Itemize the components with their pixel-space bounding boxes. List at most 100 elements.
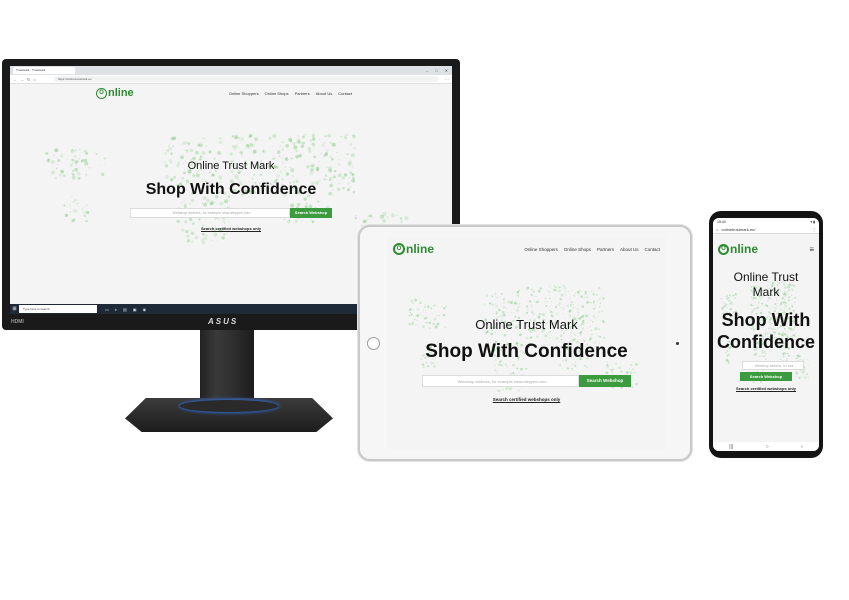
- search-webshop-button[interactable]: Search Webshop: [579, 375, 631, 387]
- map-dot: [168, 144, 171, 146]
- menu-online-shoppers[interactable]: Online Shoppers: [524, 247, 558, 252]
- taskbar-search-box[interactable]: Type here to search: [19, 305, 97, 313]
- certified-webshops-link[interactable]: Search certified webshops only: [713, 386, 819, 391]
- phone-address-bar[interactable]: onlinetrustmark.eu/: [721, 227, 812, 232]
- edge-icon[interactable]: e: [115, 307, 117, 312]
- address-bar[interactable]: https://onlinetrustmark.eu: [53, 76, 439, 82]
- menu-online-shops[interactable]: Online Shops: [265, 91, 289, 96]
- menu-contact[interactable]: Contact: [338, 91, 352, 96]
- hero-subtitle-line2: Mark: [752, 285, 780, 299]
- map-dot: [275, 157, 277, 159]
- map-dot: [296, 140, 300, 144]
- map-dot: [298, 140, 302, 144]
- map-dot: [560, 307, 562, 309]
- map-dot: [288, 137, 293, 142]
- map-dot: [539, 287, 542, 290]
- certified-webshops-link[interactable]: Search certified webshops only: [387, 397, 666, 402]
- map-dot: [410, 299, 413, 302]
- site-logo[interactable]: O nline: [718, 242, 758, 256]
- home-circle-icon[interactable]: ○: [766, 444, 769, 450]
- menu-online-shops[interactable]: Online Shops: [564, 247, 591, 252]
- map-dot: [491, 303, 495, 306]
- map-dot: [78, 148, 81, 151]
- map-dot: [205, 153, 207, 155]
- firefox-icon[interactable]: ◉: [143, 307, 147, 312]
- map-dot: [45, 151, 49, 155]
- map-dot: [503, 298, 506, 301]
- home-icon[interactable]: ⌂: [33, 77, 35, 82]
- site-logo[interactable]: O nline: [96, 87, 134, 99]
- menu-about-us[interactable]: About Us: [316, 91, 332, 96]
- menu-about-us[interactable]: About Us: [620, 247, 639, 252]
- map-dot: [519, 303, 521, 305]
- map-dot: [531, 304, 532, 305]
- map-dot: [312, 133, 315, 137]
- map-dot: [223, 233, 226, 236]
- map-dot: [547, 288, 548, 290]
- webshop-search-input[interactable]: Webshop address, for example www.ateppen…: [130, 208, 290, 218]
- maximize-icon[interactable]: □: [435, 68, 437, 73]
- website-tablet: O nline Online Shoppers Online Shops Par…: [387, 237, 666, 449]
- smartphone-device: 15:44 ▾ ▮ ⌂ onlinetrustmark.eu/ ⋮ O nlin…: [709, 211, 823, 458]
- tablet-home-button[interactable]: [367, 337, 380, 350]
- map-dot: [411, 301, 414, 305]
- hamburger-menu-icon[interactable]: ≡: [809, 245, 814, 254]
- map-dot: [216, 239, 218, 241]
- map-dot: [422, 314, 424, 316]
- menu-partners[interactable]: Partners: [295, 91, 310, 96]
- back-icon[interactable]: ←: [13, 77, 17, 82]
- map-dot: [313, 155, 316, 159]
- map-dot: [504, 310, 506, 312]
- site-logo[interactable]: O nline: [393, 242, 434, 256]
- browser-menu-icon[interactable]: ⋯: [445, 77, 449, 82]
- reload-icon[interactable]: ↻: [27, 77, 30, 82]
- search-webshop-button[interactable]: Search Webshop: [740, 372, 792, 381]
- folder-icon[interactable]: ▤: [123, 307, 127, 312]
- map-dot: [578, 289, 581, 292]
- forward-icon[interactable]: →: [20, 77, 24, 82]
- map-dot: [567, 290, 570, 292]
- home-icon[interactable]: ⌂: [716, 227, 718, 232]
- map-dot: [279, 145, 282, 148]
- search-webshop-button[interactable]: Search Webshop: [290, 208, 332, 218]
- webshop-search-input[interactable]: Webshop address, for example www.ateppen…: [422, 375, 579, 387]
- map-dot: [576, 308, 579, 311]
- map-dot: [292, 141, 296, 146]
- map-dot: [84, 149, 88, 153]
- map-dot: [485, 289, 487, 291]
- map-dot: [516, 296, 518, 298]
- map-dot: [199, 143, 203, 148]
- map-dot: [56, 157, 58, 159]
- browser-menu-icon[interactable]: ⋮: [812, 227, 816, 232]
- close-icon[interactable]: ✕: [445, 68, 448, 73]
- map-dot: [442, 313, 446, 317]
- minimize-icon[interactable]: –: [426, 68, 428, 73]
- map-dot: [569, 298, 571, 301]
- map-dot: [503, 301, 505, 304]
- map-dot: [582, 314, 584, 317]
- map-dot: [515, 300, 517, 302]
- map-dot: [321, 143, 325, 147]
- browser-tab[interactable]: Trustmark - Trustmark: [13, 67, 75, 74]
- menu-partners[interactable]: Partners: [597, 247, 614, 252]
- recent-apps-icon[interactable]: |||: [729, 444, 733, 450]
- map-dot: [585, 300, 589, 304]
- back-arrow-icon[interactable]: ‹: [801, 444, 803, 450]
- task-view-icon[interactable]: ▭: [105, 307, 109, 312]
- browser-tab-strip: Trustmark - Trustmark – □ ✕: [10, 66, 452, 75]
- map-dot: [251, 143, 256, 147]
- menu-online-shoppers[interactable]: Online Shoppers: [229, 91, 259, 96]
- map-dot: [297, 138, 301, 142]
- windows-start-icon[interactable]: ⊞: [10, 304, 19, 314]
- store-icon[interactable]: ▣: [133, 307, 137, 312]
- webshop-search-input[interactable]: Webshop address, for exa: [742, 361, 804, 370]
- map-dot: [498, 308, 501, 312]
- map-dot: [82, 150, 86, 153]
- map-dot: [549, 310, 553, 314]
- map-dot: [172, 136, 177, 141]
- map-dot: [249, 142, 252, 145]
- map-dot: [170, 137, 175, 141]
- map-dot: [602, 297, 605, 300]
- map-dot: [445, 305, 448, 307]
- menu-contact[interactable]: Contact: [644, 247, 660, 252]
